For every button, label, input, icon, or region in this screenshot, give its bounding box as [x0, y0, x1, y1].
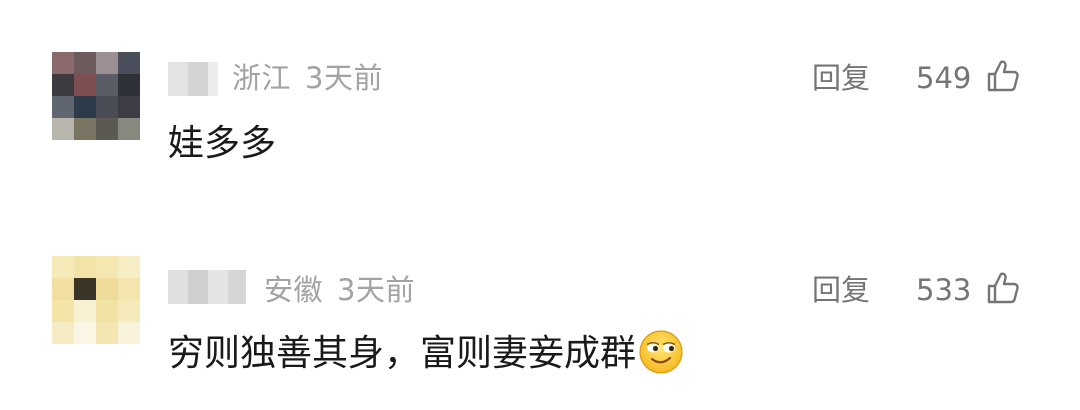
thumbs-up-icon[interactable] — [985, 58, 1021, 94]
timestamp: 3天前 — [337, 273, 415, 307]
comment-meta: 浙江 3天前 — [232, 60, 383, 96]
location: 安徽 — [264, 273, 324, 307]
avatar[interactable] — [52, 52, 140, 140]
comment-text-row: 穷则独善其身，富则妻妾成群 — [168, 330, 684, 376]
comment-item: 浙江 3天前 回复 549 娃多多 — [0, 0, 1080, 200]
location: 浙江 — [232, 61, 292, 95]
comment-text: 娃多多 — [168, 123, 277, 164]
comment-text: 穷则独善其身，富则妻妾成群 — [168, 333, 637, 374]
reply-button[interactable]: 回复 — [812, 272, 870, 308]
username-blurred[interactable] — [168, 270, 246, 304]
comment-item: 安徽 3天前 回复 533 穷则独善其身，富则妻妾成群 — [0, 210, 1080, 410]
timestamp: 3天前 — [305, 61, 383, 95]
reply-button[interactable]: 回复 — [812, 60, 870, 96]
username-blurred[interactable] — [168, 62, 218, 96]
like-count: 549 — [916, 61, 972, 95]
thumbs-up-icon[interactable] — [985, 270, 1021, 306]
smug-smile-emoji — [639, 330, 683, 374]
avatar[interactable] — [52, 256, 140, 344]
like-count: 533 — [916, 273, 972, 307]
comment-meta: 安徽 3天前 — [264, 272, 415, 308]
